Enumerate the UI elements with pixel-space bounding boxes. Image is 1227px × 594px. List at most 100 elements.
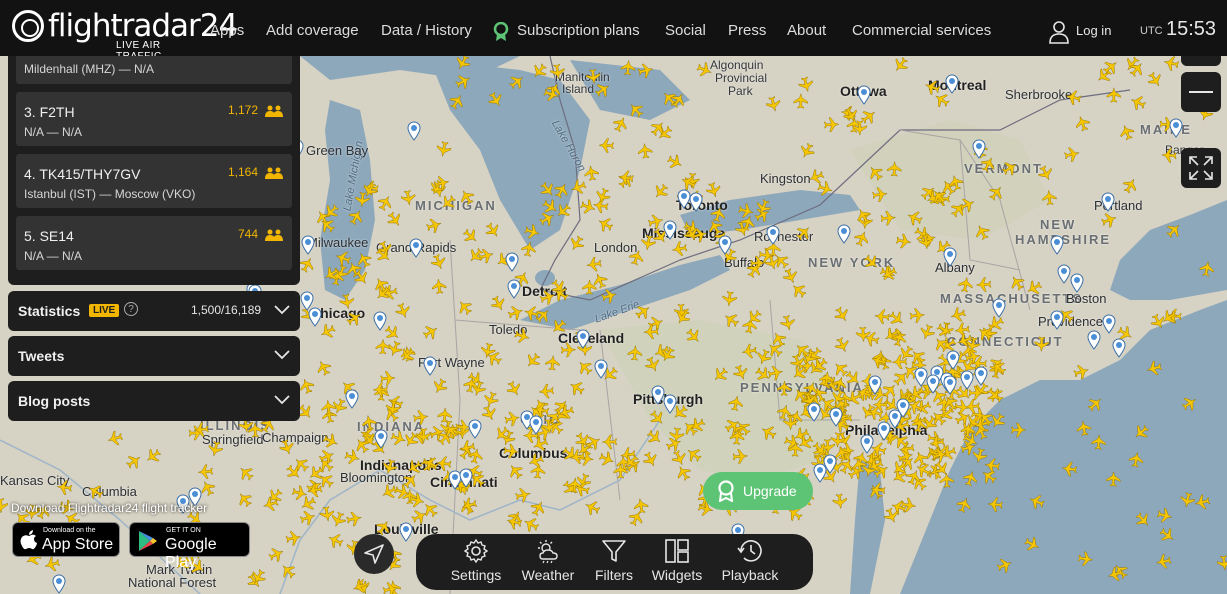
aircraft-icon[interactable] [1131, 422, 1151, 442]
aircraft-icon[interactable] [647, 408, 667, 428]
airport-pin-icon[interactable] [1169, 118, 1183, 138]
nav-commercial-services[interactable]: Commercial services [852, 22, 991, 39]
aircraft-icon[interactable] [421, 322, 441, 341]
aircraft-icon[interactable] [1163, 55, 1180, 72]
aircraft-icon[interactable] [628, 248, 646, 266]
flight-card[interactable]: 3. F2TH N/A — N/A 1,172 [16, 92, 292, 146]
aircraft-icon[interactable] [319, 506, 335, 523]
aircraft-icon[interactable] [732, 363, 750, 382]
aircraft-icon[interactable] [267, 545, 286, 564]
aircraft-icon[interactable] [235, 489, 255, 509]
aircraft-icon[interactable] [553, 201, 573, 221]
aircraft-icon[interactable] [887, 160, 902, 177]
aircraft-icon[interactable] [298, 255, 317, 274]
airport-pin-icon[interactable] [301, 235, 315, 255]
aircraft-icon[interactable] [863, 330, 881, 347]
airport-pin-icon[interactable] [943, 247, 957, 267]
aircraft-icon[interactable] [143, 446, 163, 466]
aircraft-icon[interactable] [1128, 93, 1147, 112]
aircraft-icon[interactable] [578, 451, 595, 467]
aircraft-icon[interactable] [1106, 471, 1121, 487]
aircraft-icon[interactable] [538, 180, 558, 200]
aircraft-icon[interactable] [386, 340, 404, 358]
aircraft-icon[interactable] [1149, 312, 1168, 331]
aircraft-icon[interactable] [579, 198, 597, 216]
aircraft-icon[interactable] [1156, 507, 1173, 524]
aircraft-icon[interactable] [741, 343, 758, 359]
aircraft-icon[interactable] [1128, 451, 1144, 468]
aircraft-icon[interactable] [523, 351, 543, 371]
aircraft-icon[interactable] [872, 187, 888, 203]
airport-pin-icon[interactable] [992, 298, 1006, 318]
aircraft-icon[interactable] [404, 457, 424, 477]
airport-pin-icon[interactable] [689, 192, 703, 212]
airport-pin-icon[interactable] [1057, 264, 1071, 284]
aircraft-icon[interactable] [86, 482, 106, 501]
aircraft-icon[interactable] [1091, 434, 1106, 450]
airport-pin-icon[interactable] [837, 224, 851, 244]
aircraft-icon[interactable] [633, 302, 653, 322]
aircraft-icon[interactable] [1145, 360, 1163, 377]
aircraft-icon[interactable] [435, 141, 452, 158]
airport-pin-icon[interactable] [1102, 314, 1116, 334]
aircraft-icon[interactable] [779, 314, 796, 331]
aircraft-icon[interactable] [984, 385, 1004, 405]
aircraft-icon[interactable] [895, 233, 912, 249]
aircraft-icon[interactable] [467, 447, 484, 464]
aircraft-icon[interactable] [124, 452, 144, 472]
playback-button[interactable]: Playback [716, 538, 784, 586]
aircraft-icon[interactable] [1155, 553, 1172, 570]
aircraft-icon[interactable] [737, 202, 754, 219]
aircraft-icon[interactable] [515, 487, 532, 504]
airport-pin-icon[interactable] [857, 85, 871, 105]
aircraft-icon[interactable] [880, 210, 897, 226]
aircraft-icon[interactable] [1024, 278, 1043, 297]
aircraft-icon[interactable] [531, 435, 550, 454]
aircraft-icon[interactable] [620, 59, 636, 76]
airport-pin-icon[interactable] [860, 434, 874, 454]
aircraft-icon[interactable] [529, 61, 549, 81]
airport-pin-icon[interactable] [52, 574, 66, 594]
aircraft-icon[interactable] [567, 378, 587, 398]
flight-card[interactable]: 5. SE14 N/A — N/A 744 [16, 216, 292, 270]
airport-pin-icon[interactable] [807, 402, 821, 422]
aircraft-icon[interactable] [375, 338, 391, 355]
aircraft-icon[interactable] [454, 72, 473, 91]
aircraft-icon[interactable] [56, 480, 73, 496]
airport-pin-icon[interactable] [1101, 192, 1115, 212]
aircraft-icon[interactable] [891, 55, 911, 75]
aircraft-icon[interactable] [410, 507, 429, 526]
aircraft-icon[interactable] [575, 357, 595, 377]
airport-pin-icon[interactable] [423, 356, 437, 376]
aircraft-icon[interactable] [437, 407, 452, 423]
aircraft-icon[interactable] [438, 192, 458, 212]
aircraft-icon[interactable] [695, 61, 714, 79]
airport-pin-icon[interactable] [409, 238, 423, 258]
aircraft-icon[interactable] [376, 193, 395, 212]
blog-posts-panel-toggle[interactable]: Blog posts [8, 381, 300, 421]
aircraft-icon[interactable] [1042, 189, 1057, 206]
aircraft-icon[interactable] [316, 470, 336, 490]
airport-pin-icon[interactable] [960, 370, 974, 390]
airport-pin-icon[interactable] [677, 189, 691, 209]
aircraft-icon[interactable] [843, 368, 863, 388]
aircraft-icon[interactable] [633, 497, 649, 514]
aircraft-icon[interactable] [1118, 123, 1136, 142]
aircraft-icon[interactable] [955, 496, 973, 514]
aircraft-icon[interactable] [643, 355, 662, 374]
locate-me-button[interactable] [354, 534, 394, 574]
widgets-button[interactable]: Widgets [646, 538, 708, 586]
aircraft-icon[interactable] [457, 187, 476, 207]
airport-pin-icon[interactable] [308, 307, 322, 327]
aircraft-icon[interactable] [975, 277, 992, 292]
airport-pin-icon[interactable] [507, 279, 521, 299]
aircraft-icon[interactable] [550, 63, 566, 80]
aircraft-icon[interactable] [447, 92, 466, 112]
upgrade-button[interactable]: Upgrade [703, 472, 813, 510]
aircraft-icon[interactable] [421, 454, 440, 473]
aircraft-icon[interactable] [598, 138, 614, 153]
aircraft-icon[interactable] [334, 249, 352, 267]
aircraft-icon[interactable] [539, 288, 557, 306]
help-icon[interactable]: ? [124, 302, 138, 316]
aircraft-icon[interactable] [285, 530, 302, 547]
